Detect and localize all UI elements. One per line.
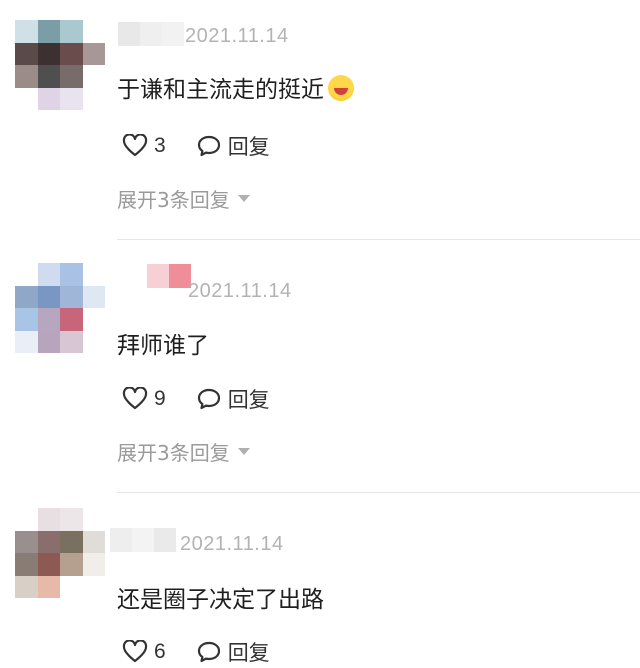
avatar-mosaic-tile: [15, 20, 38, 43]
avatar-mosaic-tile: [15, 553, 38, 576]
avatar-mosaic-tile: [15, 508, 38, 531]
username-blurred[interactable]: [125, 264, 191, 288]
expand-replies-button[interactable]: 展开3条回复: [117, 184, 250, 213]
heart-icon: [122, 640, 148, 663]
avatar-mosaic-tile: [37, 330, 60, 353]
avatar-mosaic-tile: [60, 330, 83, 353]
avatar[interactable]: [15, 508, 105, 598]
avatar-mosaic-tile: [82, 20, 105, 43]
expand-replies-button[interactable]: 展开3条回复: [117, 437, 250, 466]
avatar-mosaic-tile: [60, 20, 83, 43]
comment-item: 2021.11.14 还是圈子决定了出路 6 回复: [0, 492, 640, 668]
avatar-mosaic-tile: [60, 263, 83, 286]
avatar-mosaic-tile: [37, 508, 60, 531]
username-mosaic-tile: [132, 528, 154, 552]
comment-actions: 6 回复: [122, 637, 270, 667]
reply-button[interactable]: 回复: [196, 384, 270, 414]
avatar-mosaic-tile: [82, 42, 105, 65]
avatar-mosaic-tile: [15, 87, 38, 110]
avatar-mosaic-tile: [15, 42, 38, 65]
avatar-mosaic-tile: [37, 575, 60, 598]
avatar-mosaic-tile: [82, 508, 105, 531]
comment-item: 2021.11.14 拜师谁了 9 回复 展开3条回复: [0, 240, 640, 492]
reply-label: 回复: [227, 641, 270, 665]
like-count: 3: [154, 134, 166, 157]
username-mosaic-tile: [140, 22, 162, 46]
username-mosaic-tile: [118, 22, 140, 46]
comment-date: 2021.11.14: [188, 280, 292, 302]
avatar-mosaic-tile: [37, 530, 60, 553]
like-button[interactable]: 6: [122, 640, 166, 664]
avatar-mosaic-tile: [60, 508, 83, 531]
reply-button[interactable]: 回复: [196, 131, 270, 161]
caret-down-icon: [237, 195, 250, 202]
avatar-mosaic-tile: [37, 65, 60, 88]
avatar-mosaic-tile: [15, 308, 38, 331]
avatar-mosaic-tile: [15, 575, 38, 598]
like-count: 6: [154, 640, 166, 663]
avatar-mosaic-tile: [82, 575, 105, 598]
avatar-mosaic-tile: [15, 330, 38, 353]
like-count: 9: [154, 387, 166, 410]
avatar[interactable]: [15, 20, 105, 110]
avatar-mosaic-tile: [82, 530, 105, 553]
avatar-mosaic-tile: [37, 553, 60, 576]
reply-button[interactable]: 回复: [196, 637, 270, 667]
comment-item: 2021.11.14 于谦和主流走的挺近 3 回复 展开3条回复: [0, 0, 640, 240]
avatar-mosaic-tile: [15, 530, 38, 553]
avatar-mosaic-tile: [82, 65, 105, 88]
avatar-mosaic-tile: [37, 42, 60, 65]
avatar-mosaic-tile: [82, 330, 105, 353]
like-button[interactable]: 9: [122, 387, 166, 411]
avatar-mosaic-tile: [60, 65, 83, 88]
avatar-mosaic-tile: [15, 285, 38, 308]
like-button[interactable]: 3: [122, 134, 166, 158]
reply-label: 回复: [227, 135, 270, 159]
avatar-mosaic-tile: [60, 575, 83, 598]
laughing-tears-emoji-icon: [328, 75, 354, 101]
comment-actions: 9 回复: [122, 384, 270, 414]
username-mosaic-tile: [162, 22, 184, 46]
avatar-mosaic-tile: [60, 308, 83, 331]
comment-text: 于谦和主流走的挺近: [117, 70, 354, 104]
avatar-mosaic-tile: [15, 65, 38, 88]
username-mosaic-tile: [147, 264, 169, 288]
username-mosaic-tile: [154, 528, 176, 552]
username-blurred[interactable]: [118, 22, 184, 46]
speech-bubble-icon: [197, 388, 220, 410]
comment-date: 2021.11.14: [180, 533, 284, 555]
heart-icon: [122, 134, 148, 157]
avatar-mosaic-tile: [37, 263, 60, 286]
avatar-mosaic-tile: [15, 263, 38, 286]
speech-bubble-icon: [197, 641, 220, 663]
username-mosaic-tile: [125, 264, 147, 288]
username-mosaic-tile: [110, 528, 132, 552]
avatar-mosaic-tile: [37, 20, 60, 43]
username-blurred[interactable]: [110, 528, 176, 552]
avatar-mosaic-tile: [60, 553, 83, 576]
avatar-mosaic-tile: [37, 87, 60, 110]
heart-icon: [122, 387, 148, 410]
avatar-mosaic-tile: [82, 87, 105, 110]
avatar-mosaic-tile: [60, 530, 83, 553]
caret-down-icon: [237, 448, 250, 455]
comment-text: 拜师谁了: [117, 333, 209, 359]
avatar-mosaic-tile: [82, 308, 105, 331]
avatar-mosaic-tile: [37, 308, 60, 331]
avatar-mosaic-tile: [60, 87, 83, 110]
comment-actions: 3 回复: [122, 131, 270, 161]
speech-bubble-icon: [197, 135, 220, 157]
avatar-mosaic-tile: [60, 42, 83, 65]
avatar-mosaic-tile: [37, 285, 60, 308]
avatar-mosaic-tile: [82, 263, 105, 286]
comment-date: 2021.11.14: [185, 25, 289, 47]
reply-label: 回复: [227, 388, 270, 412]
avatar-mosaic-tile: [60, 285, 83, 308]
comment-text: 还是圈子决定了出路: [117, 587, 324, 613]
avatar[interactable]: [15, 263, 105, 353]
avatar-mosaic-tile: [82, 553, 105, 576]
avatar-mosaic-tile: [82, 285, 105, 308]
